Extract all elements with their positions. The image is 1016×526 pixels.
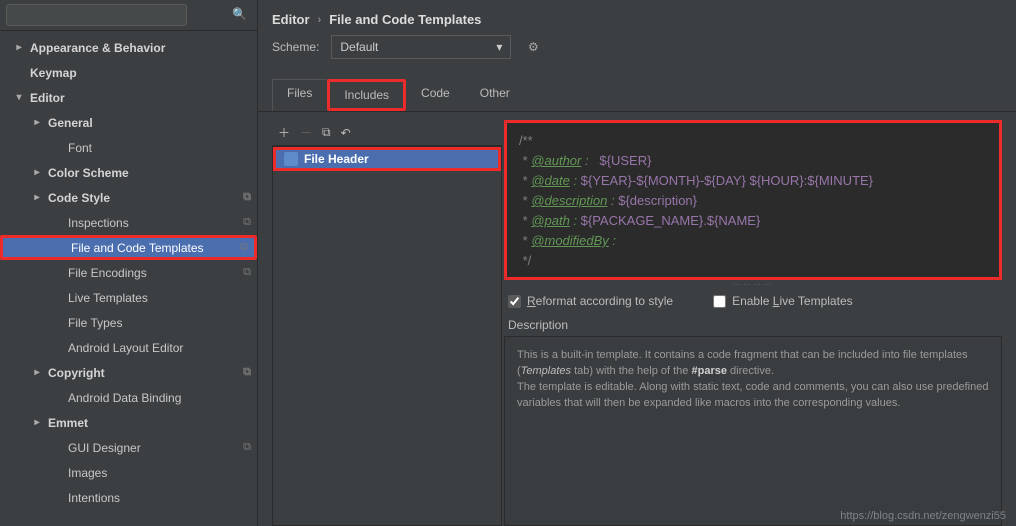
per-project-icon: ⧉ — [243, 366, 251, 379]
sidebar-item-label: Color Scheme — [48, 166, 129, 180]
remove-icon[interactable]: － — [300, 124, 312, 141]
settings-sidebar: 🔍 ▸Appearance & Behavior▸Keymap▾Editor▸G… — [0, 0, 258, 526]
sidebar-item-label: Keymap — [30, 66, 77, 80]
chevron-down-icon: ▾ — [496, 40, 502, 54]
sidebar-item-label: Inspections — [68, 216, 129, 230]
chevron-down-icon: ▾ — [14, 92, 24, 103]
watermark: https://blog.csdn.net/zengwenzi55 — [840, 510, 1006, 522]
breadcrumb: Editor › File and Code Templates — [258, 0, 1016, 35]
undo-icon[interactable]: ↶ — [341, 126, 351, 140]
per-project-icon: ⧉ — [243, 191, 251, 204]
sidebar-item-label: Intentions — [68, 491, 120, 505]
scheme-label: Scheme: — [272, 40, 319, 54]
sidebar-item-general[interactable]: ▸ General — [0, 110, 257, 135]
list-toolbar: ＋ － ⧉ ↶ — [272, 120, 502, 146]
sidebar-item-label: Editor — [30, 91, 65, 105]
reformat-checkbox[interactable]: Reformat according to style — [508, 294, 673, 308]
breadcrumb-leaf: File and Code Templates — [329, 12, 481, 27]
search-input[interactable] — [6, 4, 187, 26]
sidebar-item-live-templates[interactable]: ▸Live Templates — [0, 285, 257, 310]
chevron-right-icon: ▸ — [32, 192, 42, 203]
sidebar-item-label: Copyright — [48, 366, 105, 380]
scheme-select[interactable]: Default ▾ — [331, 35, 511, 59]
gear-icon[interactable]: ⚙ — [523, 37, 543, 57]
template-editor[interactable]: /** * @author : ${USER} * @date : ${YEAR… — [504, 120, 1002, 280]
sidebar-item-editor[interactable]: ▾ Editor — [0, 85, 257, 110]
sidebar-item-label: Images — [68, 466, 107, 480]
sidebar-item-keymap[interactable]: ▸Keymap — [0, 60, 257, 85]
sidebar-item-font[interactable]: ▸Font — [0, 135, 257, 160]
sidebar-item-code-style[interactable]: ▸ Code Style ⧉ — [0, 185, 257, 210]
breadcrumb-root: Editor — [272, 12, 310, 27]
sidebar-item-label: Appearance & Behavior — [30, 41, 165, 55]
settings-tree[interactable]: ▸Appearance & Behavior▸Keymap▾Editor▸Gen… — [0, 31, 257, 526]
sidebar-item-label: Android Layout Editor — [68, 341, 183, 355]
per-project-icon: ⧉ — [243, 266, 251, 279]
sidebar-item-label: Emmet — [48, 416, 88, 430]
sidebar-item-file-and-code-templates[interactable]: ▸File and Code Templates⧉ — [0, 235, 257, 260]
sidebar-item-label: Android Data Binding — [68, 391, 181, 405]
description-box: This is a built-in template. It contains… — [504, 336, 1002, 526]
sidebar-item-label: File Encodings — [68, 266, 147, 280]
sidebar-item-label: File Types — [68, 316, 122, 330]
sidebar-item-label: File and Code Templates — [71, 241, 204, 255]
scheme-value: Default — [340, 40, 378, 54]
chevron-right-icon: ▸ — [32, 117, 42, 128]
sidebar-item-file-encodings[interactable]: ▸File Encodings⧉ — [0, 260, 257, 285]
sidebar-item-gui-designer[interactable]: ▸GUI Designer⧉ — [0, 435, 257, 460]
sidebar-item-copyright[interactable]: ▸ Copyright ⧉ — [0, 360, 257, 385]
chevron-right-icon: ▸ — [32, 167, 42, 178]
sidebar-item-android-data-binding[interactable]: ▸Android Data Binding — [0, 385, 257, 410]
sidebar-item-android-layout-editor[interactable]: ▸Android Layout Editor — [0, 335, 257, 360]
chevron-right-icon: ▸ — [32, 367, 42, 378]
per-project-icon: ⧉ — [243, 216, 251, 229]
chevron-right-icon: › — [318, 14, 322, 26]
per-project-icon: ⧉ — [240, 241, 248, 254]
sidebar-item-appearance-behavior[interactable]: ▸ Appearance & Behavior — [0, 35, 257, 60]
add-icon[interactable]: ＋ — [278, 124, 290, 141]
description-label: Description — [504, 314, 1002, 336]
tab-bar: Files Includes Code Other — [258, 79, 1016, 112]
file-icon — [284, 152, 298, 166]
tab-other[interactable]: Other — [465, 79, 525, 111]
chevron-right-icon: ▸ — [14, 42, 24, 53]
enable-live-templates-checkbox[interactable]: Enable Live Templates — [713, 294, 853, 308]
sidebar-item-intentions[interactable]: ▸Intentions — [0, 485, 257, 510]
sidebar-item-file-types[interactable]: ▸File Types — [0, 310, 257, 335]
sidebar-item-inspections[interactable]: ▸Inspections⧉ — [0, 210, 257, 235]
sidebar-item-color-scheme[interactable]: ▸ Color Scheme — [0, 160, 257, 185]
list-item-label: File Header — [304, 152, 369, 166]
tab-includes[interactable]: Includes — [327, 79, 406, 111]
chevron-right-icon: ▸ — [32, 417, 42, 428]
sidebar-item-images[interactable]: ▸Images — [0, 460, 257, 485]
drag-handle[interactable]: ⋯⋯⋯⋯ — [504, 280, 1002, 288]
template-list[interactable]: File Header — [272, 146, 502, 526]
sidebar-item-label: General — [48, 116, 93, 130]
tab-code[interactable]: Code — [406, 79, 465, 111]
sidebar-item-emmet[interactable]: ▸ Emmet — [0, 410, 257, 435]
sidebar-item-label: GUI Designer — [68, 441, 141, 455]
sidebar-item-label: Font — [68, 141, 92, 155]
list-item-file-header[interactable]: File Header — [273, 147, 501, 171]
sidebar-item-label: Code Style — [48, 191, 110, 205]
per-project-icon: ⧉ — [243, 441, 251, 454]
copy-icon[interactable]: ⧉ — [322, 125, 331, 140]
tab-files[interactable]: Files — [272, 79, 327, 111]
sidebar-item-label: Live Templates — [68, 291, 148, 305]
search-icon: 🔍 — [232, 7, 247, 21]
